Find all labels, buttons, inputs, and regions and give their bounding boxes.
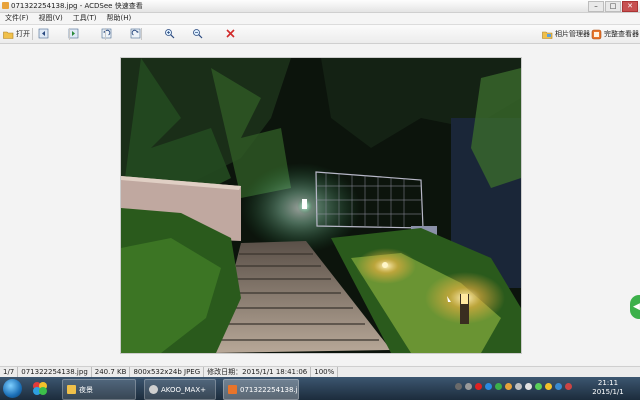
open-button-label: 打开 (16, 30, 30, 38)
delete-icon[interactable] (225, 28, 236, 39)
previous-image-icon[interactable] (38, 28, 49, 39)
window-controls: – □ ✕ (588, 1, 638, 12)
zoom-in-icon[interactable] (164, 28, 175, 39)
akoo-app-icon (149, 385, 158, 394)
photo-manager-icon (542, 31, 553, 39)
maximize-button[interactable]: □ (605, 1, 621, 12)
night-garden-photo (120, 57, 522, 354)
menu-bar: 文件(F) 视图(V) 工具(T) 帮助(H) (0, 13, 640, 25)
rotate-right-icon[interactable] (130, 28, 141, 39)
toolbar: 打开 相片管理器 完整查看器 (0, 25, 640, 44)
toolbar-separator (32, 28, 33, 40)
folder-open-icon (3, 31, 14, 39)
title-bar: 071322254138.jpg - ACDSee 快速查看 – □ ✕ (0, 0, 640, 13)
taskbar-clock[interactable]: 21:11 2015/1/1 (590, 379, 626, 397)
tray-app-icon[interactable] (555, 383, 562, 390)
tray-shield-icon[interactable] (495, 383, 502, 390)
clock-time: 21:11 (597, 379, 619, 387)
full-viewer-icon (591, 29, 602, 39)
photo-manager-label: 相片管理器 (555, 30, 590, 38)
taskbar-item-label: AKOO_MAX+ (161, 385, 207, 394)
tray-app-icon[interactable] (565, 383, 572, 390)
taskbar: 夜景 AKOO_MAX+ 071322254138.j... 21:11 201… (0, 377, 640, 400)
acdsee-icon (228, 385, 237, 394)
tray-app-icon[interactable] (535, 383, 542, 390)
window-title: 071322254138.jpg - ACDSee 快速查看 (11, 2, 143, 10)
acdsee-app-icon (2, 2, 9, 9)
tray-app-icon[interactable] (515, 383, 522, 390)
minimize-button[interactable]: – (588, 1, 604, 12)
tray-volume-icon[interactable] (525, 383, 532, 390)
taskbar-item-acdsee[interactable]: 071322254138.j... (223, 379, 299, 400)
folder-icon (67, 385, 76, 394)
full-viewer-button[interactable]: 完整查看器 (591, 28, 639, 40)
tray-antivirus-icon[interactable] (475, 383, 482, 390)
toolbar-separator (105, 28, 106, 40)
rotate-left-icon[interactable] (101, 28, 112, 39)
taskbar-item-label: 071322254138.j... (240, 385, 299, 394)
side-float-icon[interactable]: ◀ (630, 295, 640, 319)
pinned-app-icon[interactable] (28, 379, 52, 398)
tray-app-icon[interactable] (505, 383, 512, 390)
taskbar-item-night-scene[interactable]: 夜景 (62, 379, 136, 400)
photo-manager-button[interactable]: 相片管理器 (542, 28, 590, 40)
start-button[interactable] (3, 379, 22, 398)
full-viewer-label: 完整查看器 (604, 30, 639, 38)
pinned-colorful-app-icon (33, 382, 47, 395)
clock-date: 2015/1/1 (592, 388, 624, 396)
menu-file[interactable]: 文件(F) (0, 13, 34, 24)
toolbar-separator (69, 28, 70, 40)
tray-app-icon[interactable] (545, 383, 552, 390)
taskbar-item-akoo[interactable]: AKOO_MAX+ (144, 379, 216, 400)
menu-help[interactable]: 帮助(H) (102, 13, 137, 24)
system-tray (455, 383, 572, 390)
tray-app-icon[interactable] (455, 383, 462, 390)
image-viewer[interactable]: ◀ (0, 44, 640, 365)
open-button[interactable]: 打开 (3, 28, 30, 40)
taskbar-item-label: 夜景 (79, 385, 93, 394)
tray-network-icon[interactable] (485, 383, 492, 390)
toolbar-separator (141, 28, 142, 40)
tray-app-icon[interactable] (465, 383, 472, 390)
zoom-out-icon[interactable] (192, 28, 203, 39)
menu-view[interactable]: 视图(V) (34, 13, 68, 24)
menu-tools[interactable]: 工具(T) (68, 13, 102, 24)
close-button[interactable]: ✕ (622, 1, 638, 12)
